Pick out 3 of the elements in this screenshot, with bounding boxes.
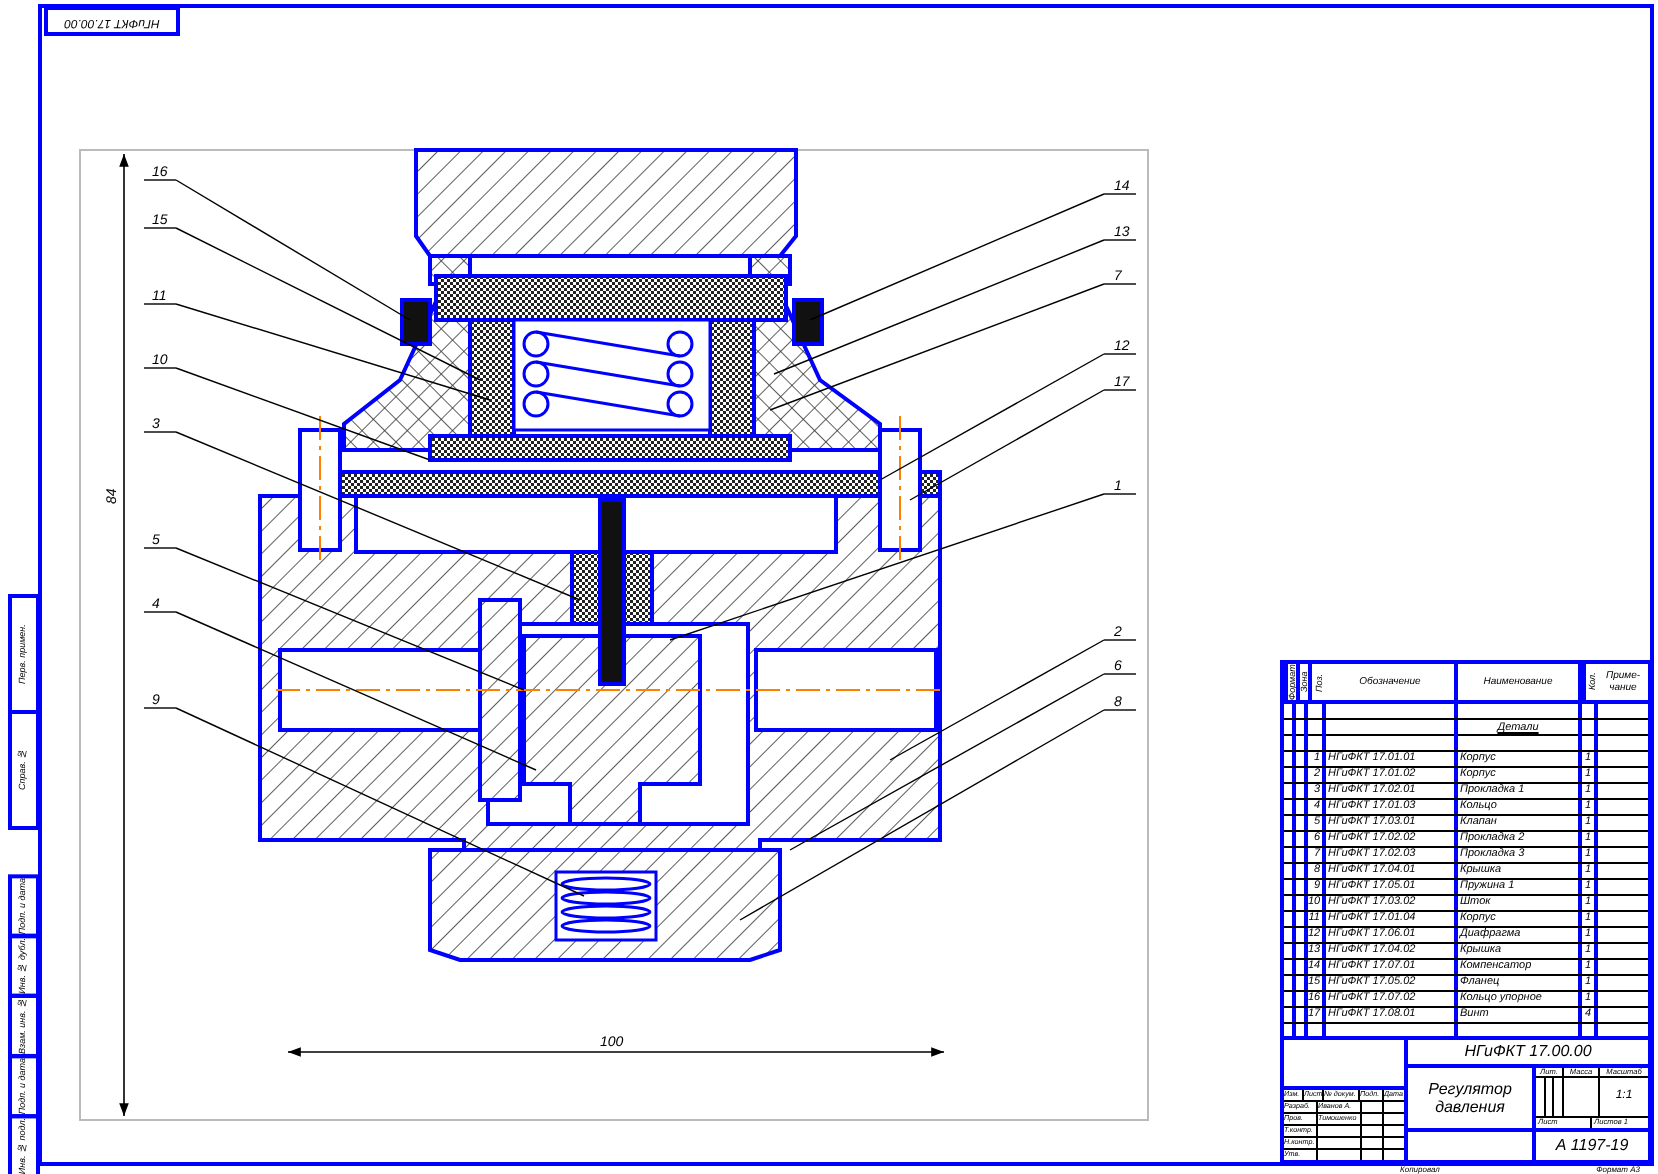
drawing-title: Регулятор давления	[1408, 1068, 1536, 1128]
group-code: А 1197-19	[1553, 1134, 1631, 1158]
drawing-designation: НГиФКТ 17.00.00	[1408, 1040, 1648, 1068]
